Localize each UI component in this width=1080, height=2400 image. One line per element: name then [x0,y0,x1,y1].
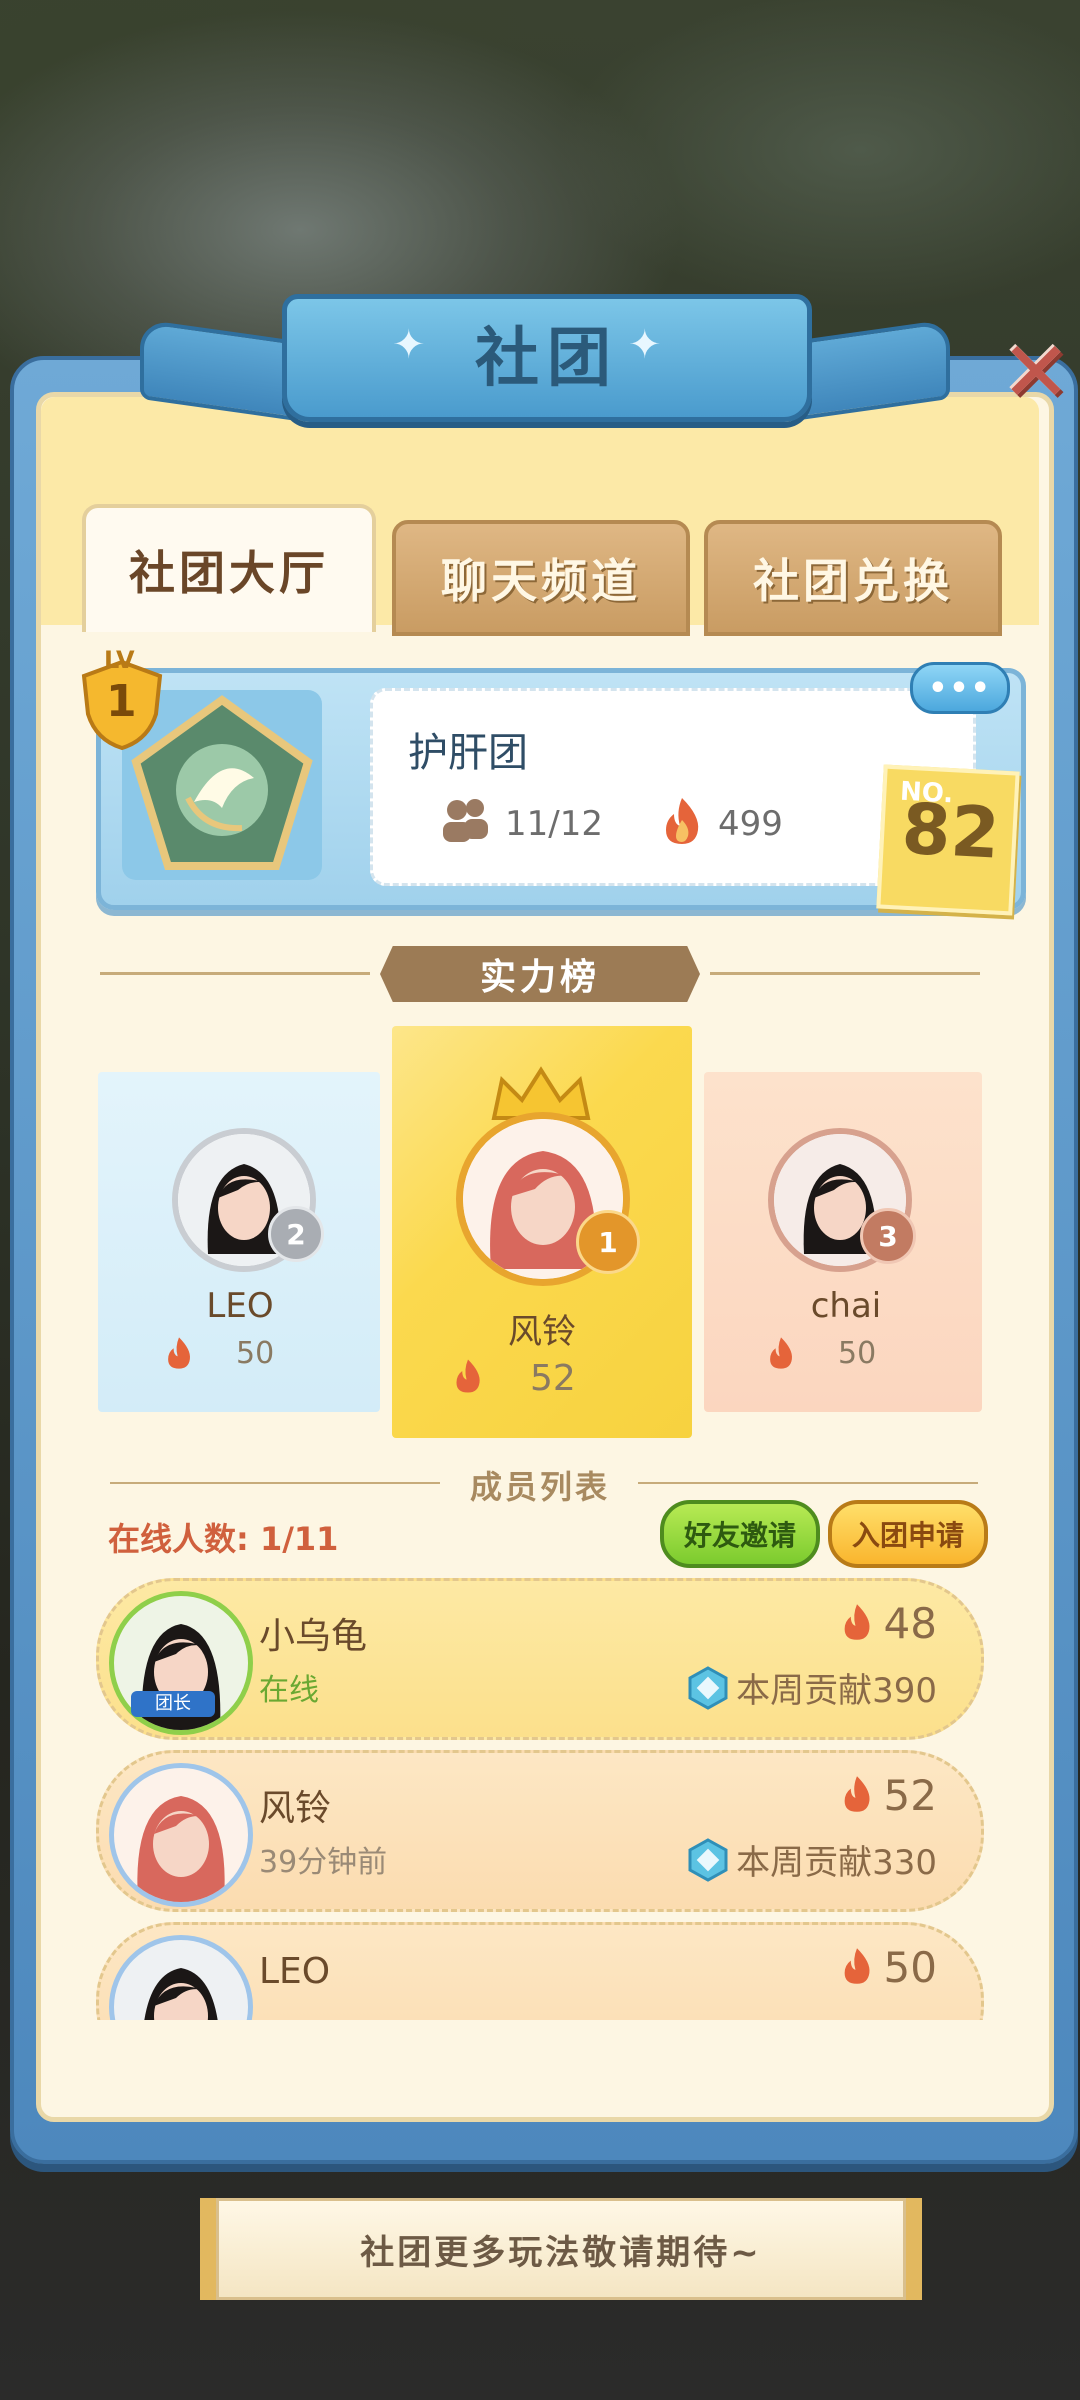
member-power: 50 [840,1943,937,1992]
member-power: 52 [840,1771,937,1820]
list-item[interactable]: 风铃 39分钟前 52 本周贡献330 [96,1750,984,1912]
fire-icon [666,798,699,844]
gem-icon [688,1838,728,1882]
tab-club-exchange[interactable]: 社团兑换 [704,520,1002,636]
silver-medal-icon: 2 [268,1206,324,1262]
member-count: 11/12 [505,804,603,844]
tab-club-hall[interactable]: 社团大厅 [82,504,376,632]
close-button[interactable]: ✕ [996,323,1076,421]
invite-friends-button[interactable]: 好友邀请 [660,1500,820,1568]
podium-name: 风铃 [508,1312,576,1352]
online-count: 在线人数: 1/11 [108,1520,339,1558]
member-status: 39分钟前 [259,1845,388,1880]
gold-medal-icon: 1 [576,1210,640,1274]
member-name: 小乌龟 [259,1616,368,1657]
page-title: 社团 [475,322,619,396]
avatar [109,1763,253,1907]
join-requests-button[interactable]: 入团申请 [828,1500,988,1568]
leader-badge: 团长 [131,1691,215,1717]
club-power: 499 [718,804,783,844]
divider [100,972,370,975]
fire-icon [456,1359,480,1393]
tab-chat-channel[interactable]: 聊天频道 [392,520,690,636]
bronze-medal-icon: 3 [860,1208,916,1264]
podium-name: LEO [206,1286,274,1326]
list-item[interactable]: 团长 小乌龟 在线 48 本周贡献390 [96,1578,984,1740]
club-level: 1 [106,676,137,727]
podium-power: 50 [236,1336,275,1371]
close-icon: ✕ [1000,323,1072,421]
level-prefix: LV [104,646,135,674]
club-rank: 82 [899,787,1002,875]
podium-power: 50 [838,1336,877,1371]
divider [710,972,980,975]
gem-icon [688,1666,728,1710]
fire-icon [168,1337,191,1369]
fire-icon [844,1948,870,1984]
ranking-title: 实力榜 [380,946,700,1002]
divider [110,1482,440,1484]
fire-icon [844,1776,870,1812]
member-list[interactable]: 团长 小乌龟 在线 48 本周贡献390 风铃 39分钟前 52 本周贡献330… [90,1572,990,2020]
member-name: LEO [259,1951,331,1992]
divider [638,1482,978,1484]
fire-icon [844,1604,870,1640]
more-options-button[interactable]: ••• [910,662,1010,714]
podium-power: 52 [530,1358,576,1399]
member-status: 在线 [259,1673,319,1708]
member-contribution: 本周贡献390 [686,1663,937,1712]
avatar [109,1935,253,2020]
member-contribution: 本周贡献330 [686,1835,937,1884]
list-item[interactable]: LEO 50 [96,1922,984,2020]
podium-name: chai [810,1286,882,1326]
fire-icon [770,1337,793,1369]
member-power: 48 [840,1599,937,1648]
club-name: 护肝团 [408,730,528,776]
members-icon [443,799,488,842]
footer-banner: 社团更多玩法敬请期待~ [200,2198,922,2300]
member-name: 风铃 [259,1788,332,1829]
member-list-title: 成员列表 [470,1468,611,1506]
